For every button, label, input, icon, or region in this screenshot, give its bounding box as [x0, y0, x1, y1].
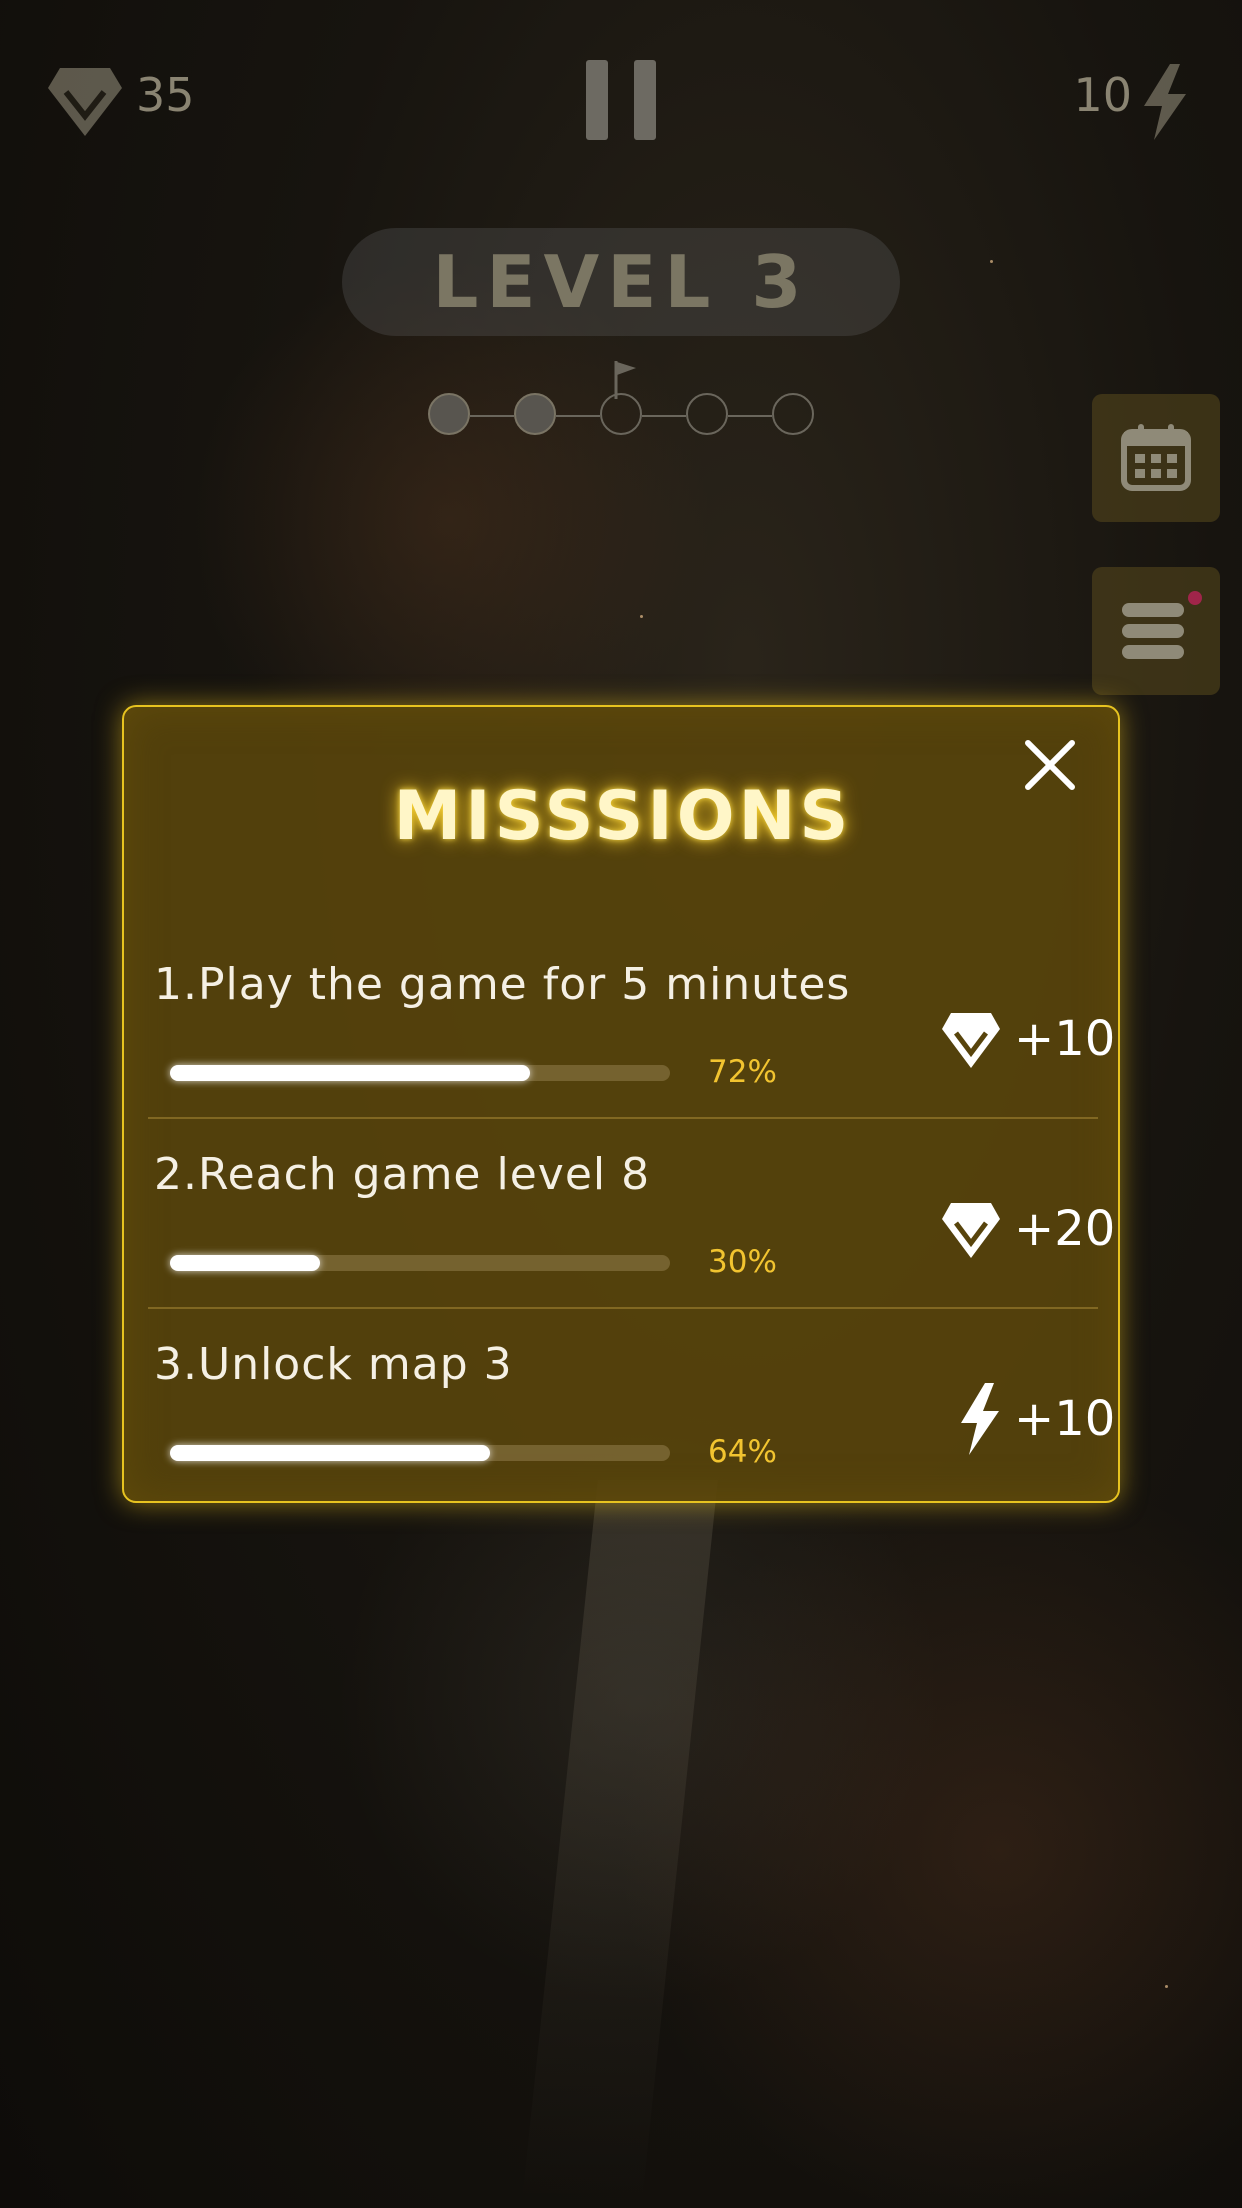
mission-reward: +10	[1014, 1011, 1116, 1067]
background-star	[1165, 1985, 1168, 1988]
gem-count: 35	[136, 68, 195, 122]
calendar-button[interactable]	[1092, 394, 1220, 522]
mission-item: 3.Unlock map 3 64% +10	[148, 1307, 1115, 1497]
mission-number: 2.	[154, 1149, 198, 1200]
background-star	[990, 260, 993, 263]
stage-connector	[470, 415, 514, 417]
background-star	[640, 615, 643, 618]
gem-icon	[942, 1203, 1000, 1258]
mission-progress-bar	[170, 1065, 670, 1081]
mission-text: Reach game level 8	[197, 1149, 651, 1200]
gem-icon	[942, 1013, 1000, 1068]
pause-icon-bar	[634, 60, 656, 140]
mission-percent: 64%	[708, 1434, 777, 1470]
level-banner: LEVEL 3	[342, 228, 900, 336]
mission-progress-bar	[170, 1255, 670, 1271]
calendar-icon	[1121, 424, 1191, 491]
mission-number: 1.	[154, 959, 198, 1010]
energy-count: 10	[1073, 68, 1132, 122]
mission-progress-bar	[170, 1445, 670, 1461]
stage-dot-completed	[428, 393, 470, 435]
mission-percent: 72%	[708, 1054, 777, 1090]
mission-reward: +10	[1014, 1391, 1116, 1447]
mission-text: Play the game for 5 minutes	[197, 959, 851, 1010]
missions-list-icon	[1122, 603, 1184, 659]
mission-progress-fill	[170, 1065, 530, 1081]
stage-dot	[686, 393, 728, 435]
dialog-title: MISSSIONS	[393, 777, 853, 856]
level-title: LEVEL 3	[432, 240, 810, 324]
lightning-icon	[961, 1383, 999, 1455]
missions-button[interactable]	[1092, 567, 1220, 695]
mission-number: 3.	[154, 1339, 198, 1390]
mission-label: 2.Reach game level 8	[154, 1149, 650, 1200]
mission-text: Unlock map 3	[197, 1339, 513, 1390]
notification-dot	[1188, 591, 1202, 605]
mission-label: 3.Unlock map 3	[154, 1339, 513, 1390]
stage-dot	[600, 393, 642, 435]
mission-percent: 30%	[708, 1244, 777, 1280]
mission-progress-fill	[170, 1255, 320, 1271]
stage-connector	[556, 415, 600, 417]
stage-dot-completed	[514, 393, 556, 435]
stage-connector	[642, 415, 686, 417]
mission-item: 1.Play the game for 5 minutes 72% +10	[148, 929, 1115, 1117]
lightning-icon	[1144, 64, 1186, 140]
missions-dialog: MISSSIONS 1.Play the game for 5 minutes …	[122, 705, 1120, 1503]
mission-item: 2.Reach game level 8 30% +20	[148, 1117, 1115, 1307]
stage-dot	[772, 393, 814, 435]
mission-reward: +20	[1014, 1201, 1116, 1257]
mission-progress-fill	[170, 1445, 490, 1461]
mission-label: 1.Play the game for 5 minutes	[154, 959, 850, 1010]
stage-connector	[728, 415, 772, 417]
level-stage-track	[428, 361, 814, 439]
pause-icon-bar	[586, 60, 608, 140]
gem-icon	[48, 68, 122, 136]
flag-icon	[614, 361, 636, 399]
pause-button[interactable]	[586, 60, 656, 140]
